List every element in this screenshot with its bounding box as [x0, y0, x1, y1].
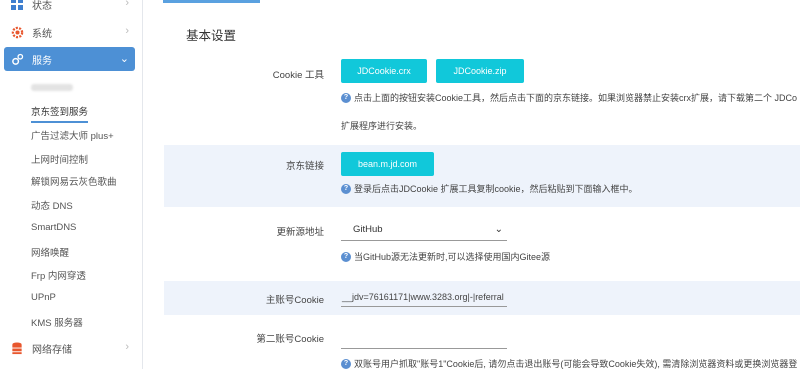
- sidebar-item-label: 状态: [32, 0, 52, 12]
- blurred-item: [31, 84, 73, 91]
- hint-text: 当GitHub源无法更新时,可以选择使用国内Gitee源: [354, 252, 551, 262]
- section-title: 基本设置: [186, 29, 237, 43]
- active-tab-indicator: [163, 0, 260, 3]
- sub-item-netease[interactable]: 解锁网易云灰色歌曲: [31, 174, 117, 188]
- sidebar-item-status[interactable]: 状态 ›: [4, 0, 135, 16]
- second-cookie-label: 第二账号Cookie: [256, 334, 324, 345]
- dashboard-icon: [10, 0, 24, 11]
- sidebar-item-storage[interactable]: 网络存储 ›: [4, 336, 135, 360]
- sub-item-smartdns[interactable]: SmartDNS: [31, 222, 76, 233]
- sub-item-jd-sign[interactable]: 京东签到服务: [31, 104, 89, 123]
- chevron-down-icon: ⌄: [494, 224, 503, 235]
- gear-icon: [10, 25, 24, 39]
- row-background: [164, 145, 800, 207]
- update-source-label: 更新源地址: [276, 227, 324, 238]
- select-value: GitHub: [353, 224, 383, 235]
- update-source-hint: ? 当GitHub源无法更新时,可以选择使用国内Gitee源: [341, 250, 550, 263]
- sidebar-item-services[interactable]: 服务 ⌄: [4, 47, 135, 71]
- chevron-right-icon: ›: [125, 0, 129, 9]
- chevron-down-icon: ⌄: [119, 53, 129, 65]
- services-icon: [10, 52, 24, 66]
- sub-item-frp[interactable]: Frp 内网穿透: [31, 268, 86, 282]
- jd-link-hint: ? 登录后点击JDCookie 扩展工具复制cookie，然后粘贴到下面输入框中…: [341, 182, 638, 195]
- download-zip-button[interactable]: JDCookie.zip: [436, 59, 524, 83]
- sidebar-item-label: 服务: [32, 55, 52, 67]
- update-source-select[interactable]: GitHub ⌄: [341, 219, 507, 241]
- sub-item-adblock[interactable]: 广告过滤大师 plus+: [31, 128, 114, 142]
- main-cookie-label: 主账号Cookie: [265, 295, 324, 306]
- second-cookie-input[interactable]: [341, 329, 507, 349]
- help-icon: ?: [341, 251, 351, 262]
- hint-text: 登录后点击JDCookie 扩展工具复制cookie，然后粘贴到下面输入框中。: [354, 184, 638, 194]
- cookie-tool-hint-cont: 扩展程序进行安装。: [341, 121, 423, 131]
- sub-item-wol[interactable]: 网络唤醒: [31, 245, 69, 259]
- database-icon: [10, 341, 24, 355]
- download-crx-button[interactable]: JDCookie.crx: [341, 59, 427, 83]
- second-cookie-hint: ? 双账号用户抓取"账号1"Cookie后, 请勿点击退出账号(可能会导致Coo…: [341, 357, 797, 369]
- chevron-right-icon: ›: [125, 341, 129, 353]
- help-icon: ?: [341, 92, 351, 103]
- jd-link-label: 京东链接: [285, 161, 324, 172]
- main-cookie-input[interactable]: __jdv=76161171|www.3283.org|-|referral: [341, 287, 507, 307]
- sub-item-time-control[interactable]: 上网时间控制: [31, 152, 88, 166]
- chevron-right-icon: ›: [125, 25, 129, 37]
- sidebar-item-label: 网络存储: [32, 344, 72, 356]
- cookie-tool-label: Cookie 工具: [272, 70, 324, 81]
- sub-item-upnp[interactable]: UPnP: [31, 292, 56, 303]
- sub-item-kms[interactable]: KMS 服务器: [31, 315, 83, 329]
- cookie-tool-hint: ? 点击上面的按钮安装Cookie工具，然后点击下面的京东链接。如果浏览器禁止安…: [341, 91, 797, 104]
- hint-text: 双账号用户抓取"账号1"Cookie后, 请勿点击退出账号(可能会导致Cooki…: [354, 359, 798, 369]
- main-content: 基本设置 Cookie 工具 JDCookie.crx JDCookie.zip…: [143, 0, 800, 369]
- sidebar-item-label: 系统: [32, 28, 52, 40]
- sidebar: 状态 › 系统 › 服务 ⌄ 京东签到服务 广告过滤大师 plus+ 上网时间控…: [0, 0, 143, 369]
- help-icon: ?: [341, 183, 351, 194]
- jd-link-button[interactable]: bean.m.jd.com: [341, 152, 434, 176]
- sub-item-ddns[interactable]: 动态 DNS: [31, 198, 73, 212]
- hint-text: 点击上面的按钮安装Cookie工具，然后点击下面的京东链接。如果浏览器禁止安装c…: [354, 93, 798, 103]
- sidebar-item-system[interactable]: 系统 ›: [4, 20, 135, 44]
- help-icon: ?: [341, 358, 351, 369]
